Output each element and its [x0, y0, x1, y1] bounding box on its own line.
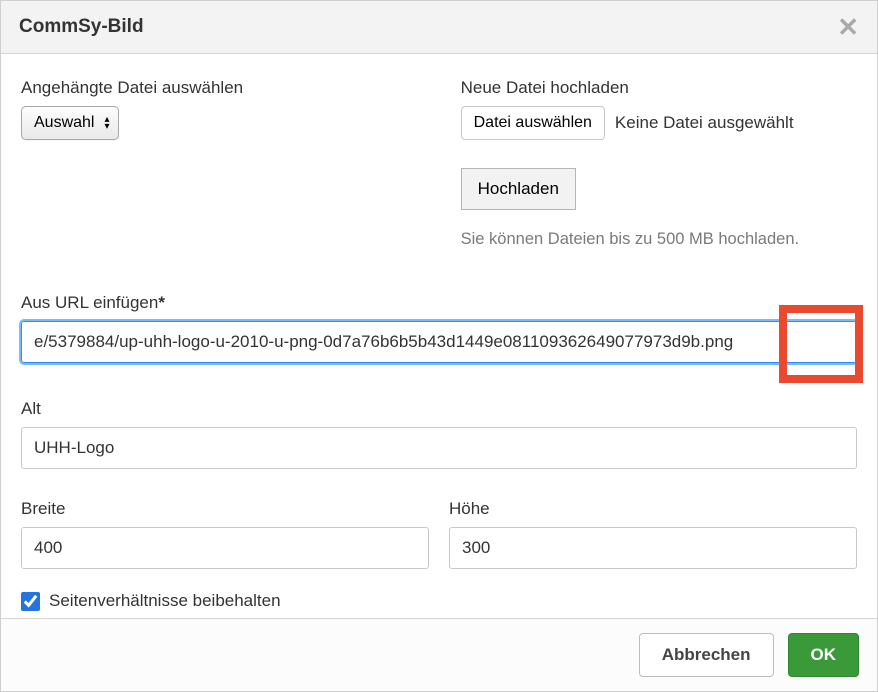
- file-status-text: Keine Datei ausgewählt: [615, 113, 794, 133]
- upload-column: Neue Datei hochladen Datei auswählen Kei…: [461, 78, 857, 249]
- upload-hint: Sie können Dateien bis zu 500 MB hochlad…: [461, 230, 857, 249]
- required-star: *: [158, 293, 165, 312]
- height-column: Höhe: [449, 499, 857, 569]
- attached-file-select[interactable]: Auswahl ▴▾: [21, 106, 119, 140]
- top-row: Angehängte Datei auswählen Auswahl ▴▾ Ne…: [21, 78, 857, 249]
- width-column: Breite: [21, 499, 429, 569]
- dialog-body: Angehängte Datei auswählen Auswahl ▴▾ Ne…: [1, 54, 877, 618]
- attached-file-label: Angehängte Datei auswählen: [21, 78, 431, 98]
- chevron-updown-icon: ▴▾: [104, 116, 109, 130]
- upload-label: Neue Datei hochladen: [461, 78, 857, 98]
- alt-label: Alt: [21, 399, 857, 419]
- dimensions-row: Breite Höhe: [21, 499, 857, 569]
- dialog-title: CommSy-Bild: [19, 16, 144, 38]
- image-dialog: CommSy-Bild ✕ Angehängte Datei auswählen…: [1, 1, 877, 691]
- dialog-header: CommSy-Bild ✕: [1, 1, 877, 54]
- url-section: Aus URL einfügen*: [21, 293, 857, 363]
- alt-section: Alt: [21, 399, 857, 469]
- upload-button[interactable]: Hochladen: [461, 168, 576, 210]
- url-input-wrap: [21, 321, 857, 363]
- ok-button[interactable]: OK: [788, 633, 860, 677]
- width-input[interactable]: [21, 527, 429, 569]
- attached-file-select-value: Auswahl: [34, 114, 94, 132]
- cancel-button[interactable]: Abbrechen: [639, 633, 774, 677]
- url-input[interactable]: [21, 321, 857, 363]
- height-input[interactable]: [449, 527, 857, 569]
- aspect-ratio-row: Seitenverhältnisse beibehalten: [21, 591, 857, 611]
- height-label: Höhe: [449, 499, 857, 519]
- alt-input[interactable]: [21, 427, 857, 469]
- choose-file-button[interactable]: Datei auswählen: [461, 106, 605, 140]
- dialog-footer: Abbrechen OK: [1, 618, 877, 691]
- aspect-ratio-label: Seitenverhältnisse beibehalten: [49, 591, 281, 611]
- file-picker-row: Datei auswählen Keine Datei ausgewählt: [461, 106, 857, 140]
- url-label: Aus URL einfügen*: [21, 293, 857, 313]
- close-icon[interactable]: ✕: [837, 14, 859, 40]
- attached-file-column: Angehängte Datei auswählen Auswahl ▴▾: [21, 78, 431, 249]
- aspect-ratio-checkbox[interactable]: [21, 592, 40, 611]
- width-label: Breite: [21, 499, 429, 519]
